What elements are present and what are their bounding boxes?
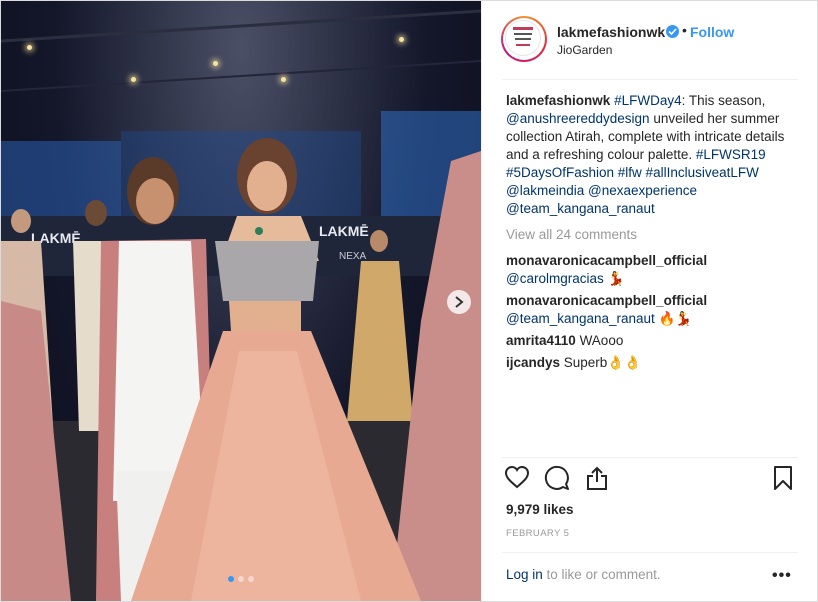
- comment-username[interactable]: ijcandys: [506, 355, 560, 370]
- post-photo[interactable]: LAKMĒ LAKMĒ NEXA: [1, 1, 481, 601]
- caption-username[interactable]: lakmefashionwk: [506, 93, 610, 108]
- post-container: LAKMĒ LAKMĒ NEXA lakmefashionwk • Follow…: [0, 0, 818, 602]
- heart-icon[interactable]: [504, 465, 530, 494]
- like-count[interactable]: 9,979 likes: [506, 502, 574, 517]
- comment-username[interactable]: monavaronicacampbell_official: [506, 253, 707, 268]
- comment-mention[interactable]: @team_kangana_ranaut: [506, 311, 655, 326]
- comment-icon[interactable]: [544, 465, 570, 496]
- stage-light: [213, 61, 218, 66]
- login-link[interactable]: Log in: [506, 567, 543, 582]
- location-link[interactable]: JioGarden: [557, 43, 612, 57]
- post-header: lakmefashionwk • Follow JioGarden: [482, 1, 818, 79]
- next-photo-button[interactable]: [447, 290, 471, 314]
- more-options-button[interactable]: •••: [772, 567, 792, 585]
- comment-mention[interactable]: @carolmgracias: [506, 271, 604, 286]
- chevron-right-icon: [455, 296, 464, 308]
- bookmark-icon[interactable]: [772, 465, 794, 496]
- carousel-indicator: [1, 569, 481, 587]
- comment-item: amrita4110 WAooo: [506, 332, 798, 350]
- hashtag-link[interactable]: #LFWDay4: [614, 93, 682, 108]
- login-prompt-text: to like or comment.: [542, 567, 661, 582]
- action-bar: [482, 465, 818, 501]
- post-caption: lakmefashionwk #LFWDay4: This season, @a…: [506, 92, 798, 218]
- stage-light: [281, 77, 286, 82]
- post-date[interactable]: FEBRUARY 5: [506, 528, 569, 539]
- comment-username[interactable]: monavaronicacampbell_official: [506, 293, 707, 308]
- brand-logo-icon: [505, 20, 541, 56]
- stage-light: [27, 45, 32, 50]
- header-username[interactable]: lakmefashionwk: [557, 24, 665, 40]
- caption-text: : This season,: [681, 93, 766, 108]
- comment-username[interactable]: amrita4110: [506, 333, 576, 348]
- post-side-panel: lakmefashionwk • Follow JioGarden lakmef…: [481, 1, 818, 601]
- comment-text: Superb👌👌: [560, 355, 641, 370]
- comment-text: WAooo: [575, 333, 624, 348]
- divider: [502, 552, 798, 553]
- comments-section: lakmefashionwk #LFWDay4: This season, @a…: [506, 92, 798, 376]
- share-icon[interactable]: [585, 465, 609, 496]
- comment-item: ijcandys Superb👌👌: [506, 354, 798, 372]
- carousel-dot-active: [228, 576, 234, 582]
- carousel-dot: [248, 576, 254, 582]
- stage-light: [399, 37, 404, 42]
- login-prompt: Log in to like or comment.: [506, 567, 661, 582]
- divider: [502, 79, 798, 80]
- mention-link[interactable]: @anushreereddydesign: [506, 111, 650, 126]
- follow-button[interactable]: Follow: [690, 24, 734, 40]
- comment-text: 🔥💃: [654, 311, 693, 326]
- comment-item: monavaronicacampbell_official @team_kang…: [506, 292, 798, 328]
- mention-links[interactable]: @lakmeindia @nexaexperience @team_kangan…: [506, 183, 697, 216]
- view-all-comments-link[interactable]: View all 24 comments: [506, 226, 798, 244]
- comment-text: 💃: [603, 271, 625, 286]
- verified-badge-icon: [666, 25, 679, 38]
- carousel-dot: [238, 576, 244, 582]
- backdrop-logo-right: LAKMĒ: [319, 223, 369, 239]
- separator-dot: •: [682, 22, 687, 38]
- avatar[interactable]: [501, 16, 547, 62]
- comment-item: monavaronicacampbell_official @carolmgra…: [506, 252, 798, 288]
- divider: [502, 457, 798, 458]
- runway-scene: LAKMĒ LAKMĒ NEXA: [1, 9, 481, 601]
- backdrop-sub-logo: NEXA: [339, 251, 367, 262]
- stage-light: [131, 77, 136, 82]
